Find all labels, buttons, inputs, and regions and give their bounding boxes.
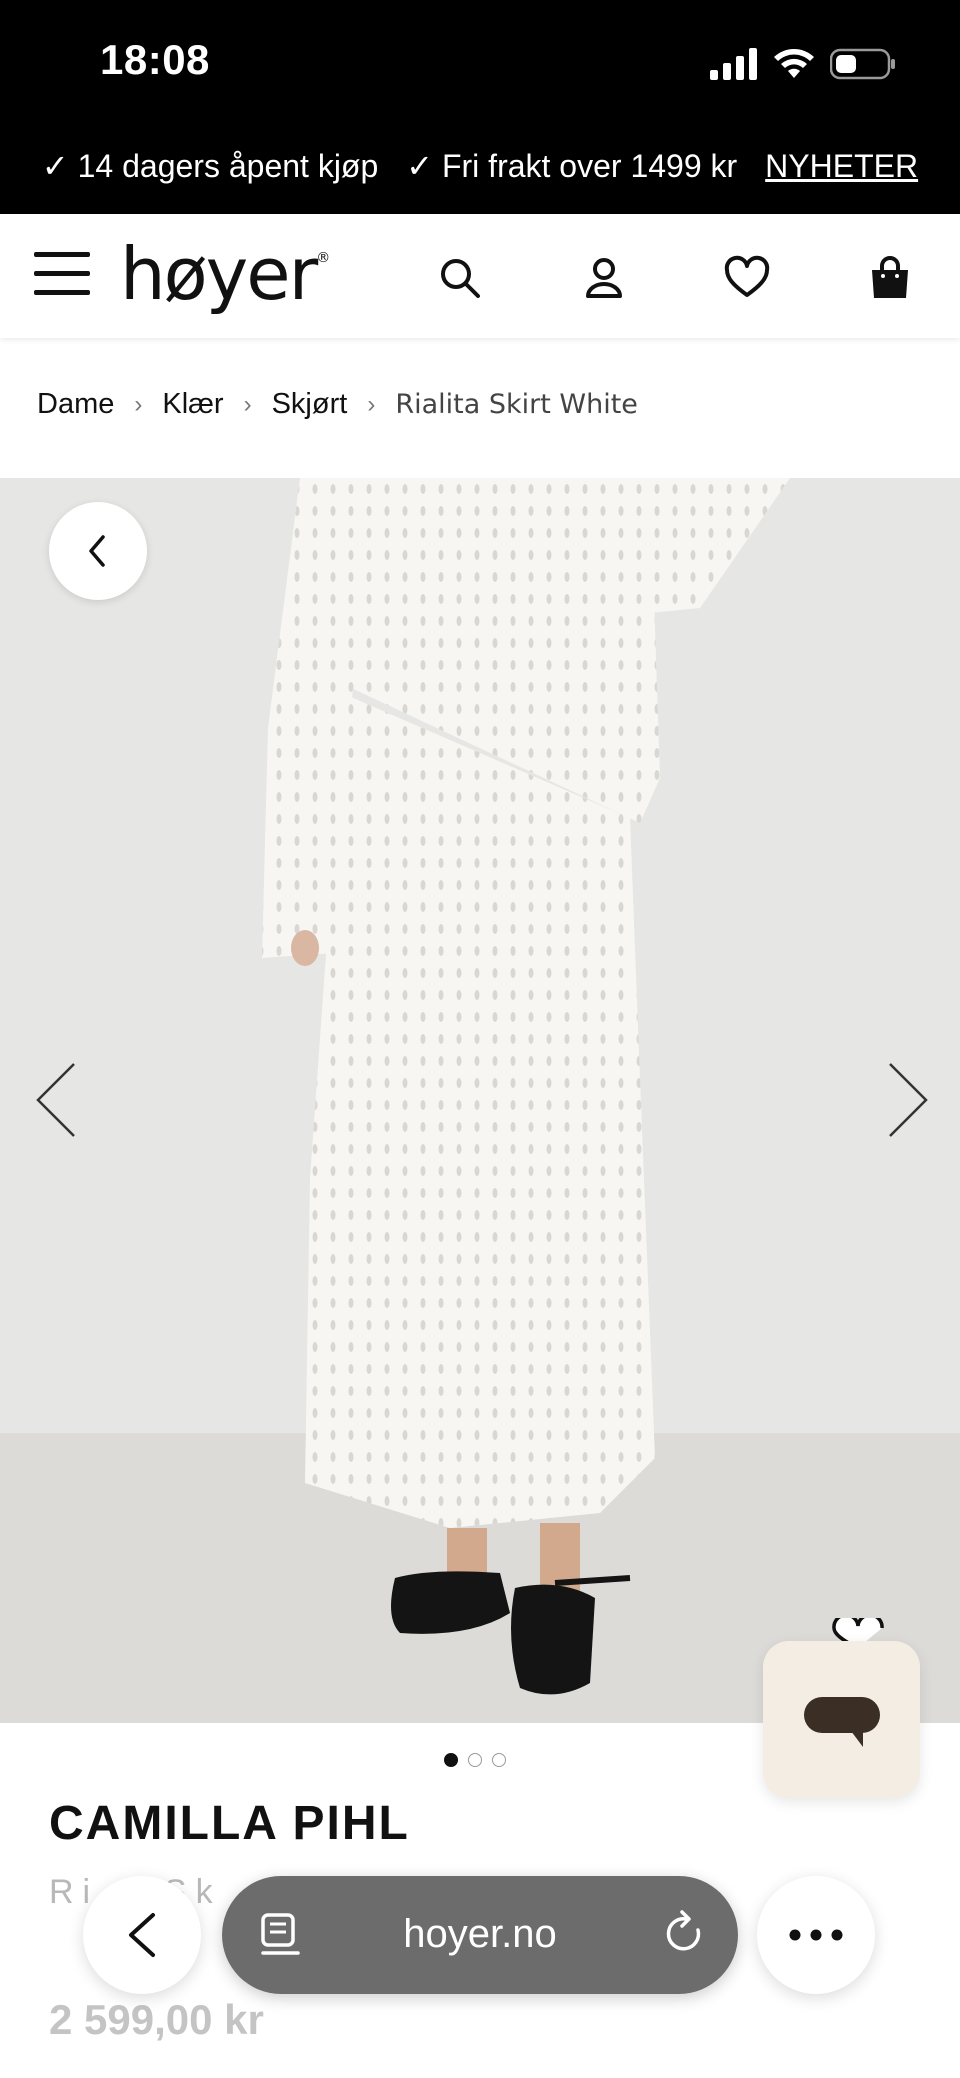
breadcrumb-separator: › [367,390,376,418]
search-icon[interactable] [436,254,484,302]
more-options-button[interactable] [757,1876,875,1994]
gallery-dot-2[interactable] [468,1753,482,1767]
gallery-dot-3[interactable] [492,1753,506,1767]
browser-back-button[interactable] [83,1876,201,1994]
product-brand[interactable]: CAMILLA PIHL [49,1796,410,1851]
chevron-left-icon [129,1913,155,1957]
breadcrumb-separator: › [134,390,143,418]
promo-bar: ✓ 14 dagers åpent kjøp ✓ Fri frakt over … [0,140,960,192]
product-image[interactable] [0,478,960,1723]
status-time: 18:08 [100,36,210,83]
chat-bubble-icon [804,1697,880,1747]
site-header: høyer® [0,214,960,338]
bag-icon[interactable] [866,254,914,302]
breadcrumb-current: Rialita Skirt White [395,389,638,420]
menu-icon[interactable] [34,252,90,298]
breadcrumb-item-dame[interactable]: Dame [37,388,114,421]
previous-image-arrow[interactable] [34,1060,84,1140]
promo-open-purchase: ✓ 14 dagers åpent kjøp [41,148,379,184]
reload-icon[interactable] [662,1910,708,1958]
breadcrumb-item-klaer[interactable]: Klær [162,388,223,421]
battery-icon [830,48,895,80]
wifi-icon [774,49,814,78]
gallery-pagination [444,1753,506,1767]
next-image-arrow[interactable] [880,1060,930,1140]
url-text: hoyer.no [403,1912,557,1956]
back-button[interactable] [49,502,147,600]
chat-widget[interactable] [763,1641,920,1798]
news-link[interactable]: NYHETER [765,148,918,185]
ellipsis-icon [789,1929,843,1941]
breadcrumb: Dame › Klær › Skjørt › Rialita Skirt Whi… [37,388,638,421]
signal-icon [710,48,757,80]
address-bar[interactable]: hoyer.no [222,1876,738,1994]
product-price: 2 599,00 kr [49,1996,264,2043]
product-illustration [262,478,790,1695]
chevron-left-icon [89,535,105,567]
user-icon[interactable] [580,254,628,302]
promo-free-shipping: ✓ Fri frakt over 1499 kr [406,148,738,184]
status-icons [710,44,896,84]
site-logo[interactable]: høyer® [120,232,330,316]
logo-registered-mark: ® [316,250,330,266]
breadcrumb-item-skjort[interactable]: Skjørt [272,388,348,421]
heart-icon[interactable] [723,254,771,302]
breadcrumb-separator: › [243,390,252,418]
logo-text: høyer [120,232,318,316]
gallery-dot-1[interactable] [444,1753,458,1767]
